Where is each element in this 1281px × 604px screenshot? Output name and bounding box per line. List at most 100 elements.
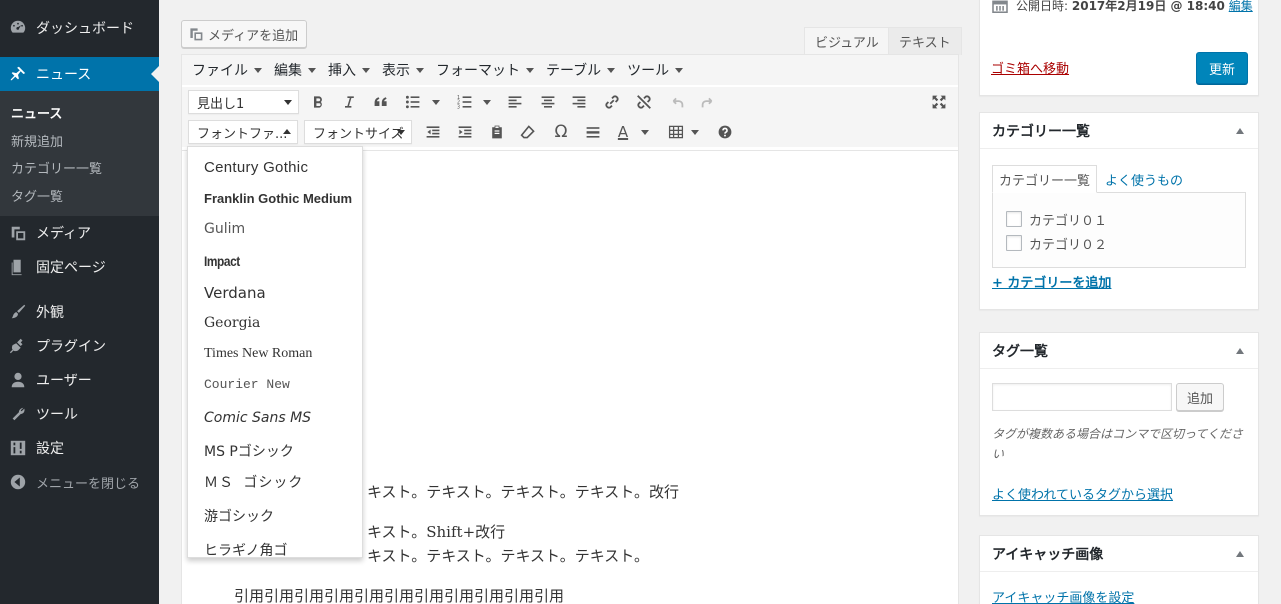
- chevron-down-icon: [526, 67, 534, 73]
- chevron-down-icon: [254, 67, 262, 73]
- outdent-button[interactable]: [420, 120, 446, 144]
- font-option-yu-gothic[interactable]: 游ゴシック: [204, 506, 274, 526]
- paste-text-button[interactable]: [484, 120, 510, 144]
- insert-link-button[interactable]: [599, 90, 625, 114]
- menubar-label: ツール: [627, 63, 670, 79]
- category-checkbox[interactable]: [1006, 211, 1022, 227]
- italic-button[interactable]: [336, 90, 362, 114]
- sidebar-item-plugins[interactable]: プラグイン: [0, 329, 159, 363]
- menubar-tools[interactable]: ツール: [627, 60, 684, 80]
- sidebar-item-media[interactable]: メディア: [0, 216, 159, 250]
- category-label: カテゴリ０１: [1029, 214, 1108, 229]
- clear-formatting-button[interactable]: [515, 120, 541, 144]
- font-option-georgia[interactable]: Georgia: [204, 315, 260, 331]
- font-option-franklin-gothic[interactable]: Franklin Gothic Medium: [204, 191, 352, 206]
- numbered-list-button[interactable]: 123: [452, 90, 478, 114]
- add-tag-button[interactable]: 追加: [1176, 383, 1224, 411]
- font-option-impact[interactable]: Impact: [204, 253, 240, 269]
- font-option-ms-gothic[interactable]: ＭＳ ゴシック: [204, 472, 303, 492]
- new-tag-input[interactable]: [992, 383, 1172, 411]
- font-option-comic-sans[interactable]: Comic Sans MS: [204, 410, 311, 426]
- add-media-button[interactable]: メディアを追加: [181, 20, 308, 48]
- categories-box-header[interactable]: カテゴリー一覧: [980, 113, 1258, 149]
- publish-date-value: 2017年2月19日 @ 18:40: [1071, 0, 1225, 13]
- font-option-hiragino[interactable]: ヒラギノ角ゴ: [204, 540, 287, 557]
- collapse-menu-button[interactable]: メニューを閉じる: [0, 465, 159, 499]
- italic-icon: [345, 96, 354, 108]
- move-to-trash-link[interactable]: ゴミ箱へ移動: [991, 58, 1069, 77]
- sidebar-item-news[interactable]: ニュース: [0, 57, 159, 91]
- unlink-button[interactable]: [631, 90, 657, 114]
- menubar-file[interactable]: ファイル: [192, 60, 262, 80]
- text-color-button[interactable]: A: [610, 120, 636, 144]
- help-button[interactable]: [712, 120, 738, 144]
- choose-popular-tags-link[interactable]: よく使われているタグから選択: [992, 484, 1173, 503]
- font-option-times-new-roman[interactable]: Times New Roman: [204, 346, 312, 362]
- edit-publish-date-link[interactable]: 編集: [1229, 0, 1253, 13]
- category-checkbox[interactable]: [1006, 235, 1022, 251]
- font-option-century-gothic[interactable]: Century Gothic: [204, 159, 308, 176]
- featured-image-box-header[interactable]: アイキャッチ画像: [980, 536, 1258, 572]
- text-color-dropdown[interactable]: [640, 120, 650, 144]
- tab-text[interactable]: テキスト: [888, 27, 962, 55]
- font-size-select[interactable]: フォントサイズ: [304, 120, 412, 144]
- undo-icon: [672, 97, 684, 108]
- table-button[interactable]: [663, 120, 689, 144]
- user-icon: [8, 370, 28, 390]
- submenu-item-add-new[interactable]: 新規追加: [11, 131, 63, 150]
- blockquote-button[interactable]: [368, 90, 394, 114]
- chevron-down-icon: [675, 67, 684, 73]
- menubar-insert[interactable]: 挿入: [328, 60, 370, 80]
- align-center-button[interactable]: [535, 90, 561, 114]
- submenu-item-categories[interactable]: カテゴリー一覧: [11, 158, 102, 177]
- collapse-toggle-icon[interactable]: [1236, 128, 1244, 134]
- redo-button[interactable]: [695, 90, 721, 114]
- special-character-button[interactable]: Ω: [548, 120, 574, 144]
- sidebar-item-tools[interactable]: ツール: [0, 397, 159, 431]
- news-submenu: ニュース 新規追加 カテゴリー一覧 タグ一覧: [0, 91, 159, 216]
- collapse-toggle-icon[interactable]: [1236, 348, 1244, 354]
- font-option-gulim[interactable]: Gulim: [204, 221, 245, 237]
- horizontal-line-button[interactable]: [580, 120, 606, 144]
- menubar-view[interactable]: 表示: [382, 60, 424, 80]
- sidebar-item-users[interactable]: ユーザー: [0, 363, 159, 397]
- tab-visual[interactable]: ビジュアル: [804, 27, 890, 55]
- tab-all-categories[interactable]: カテゴリー一覧: [992, 165, 1098, 193]
- sidebar-item-dashboard[interactable]: ダッシュボード: [0, 11, 159, 45]
- font-option-courier-new[interactable]: Courier New: [204, 377, 290, 392]
- submenu-item-news[interactable]: ニュース: [11, 103, 62, 122]
- set-featured-image-link[interactable]: アイキャッチ画像を設定: [992, 587, 1134, 604]
- menubar-label: フォーマット: [436, 63, 520, 79]
- numbered-list-dropdown[interactable]: [482, 90, 492, 114]
- update-button[interactable]: 更新: [1196, 52, 1248, 84]
- menubar-table[interactable]: テーブル: [546, 60, 616, 80]
- submenu-item-tags[interactable]: タグ一覧: [11, 186, 63, 205]
- sidebar-item-appearance[interactable]: 外観: [0, 295, 159, 329]
- undo-button[interactable]: [664, 90, 690, 114]
- menubar-format[interactable]: フォーマット: [436, 60, 534, 80]
- featured-image-box-title: アイキャッチ画像: [992, 546, 1104, 563]
- tag-hint: タグが複数ある場合はコンマで区切ってください: [992, 427, 1244, 461]
- tab-most-used[interactable]: よく使うもの: [1105, 165, 1183, 193]
- align-right-button[interactable]: [566, 90, 592, 114]
- table-dropdown[interactable]: [690, 120, 700, 144]
- format-select[interactable]: 見出し1: [188, 90, 299, 114]
- font-option-ms-pgothic[interactable]: MS Pゴシック: [204, 441, 294, 461]
- fullscreen-button[interactable]: [926, 90, 952, 114]
- unlink-icon: [637, 95, 651, 109]
- content-blockquote: 引用引用引用引用引用引用引用引用引用引用引用: [234, 587, 565, 604]
- collapse-toggle-icon[interactable]: [1236, 551, 1244, 557]
- font-option-verdana[interactable]: Verdana: [204, 284, 266, 302]
- bold-button[interactable]: [305, 90, 331, 114]
- bullet-list-dropdown[interactable]: [431, 90, 441, 114]
- bullet-list-button[interactable]: [400, 90, 426, 114]
- add-category-link[interactable]: + カテゴリーを追加: [992, 272, 1111, 291]
- chevron-down-icon: [308, 67, 316, 73]
- menubar-edit[interactable]: 編集: [274, 60, 316, 80]
- align-left-button[interactable]: [502, 90, 528, 114]
- font-family-select[interactable]: フォントファ...: [188, 120, 298, 144]
- indent-button[interactable]: [452, 120, 478, 144]
- sidebar-item-settings[interactable]: 設定: [0, 431, 159, 465]
- sidebar-item-pages[interactable]: 固定ページ: [0, 250, 159, 284]
- tags-box-header[interactable]: タグ一覧: [980, 333, 1258, 369]
